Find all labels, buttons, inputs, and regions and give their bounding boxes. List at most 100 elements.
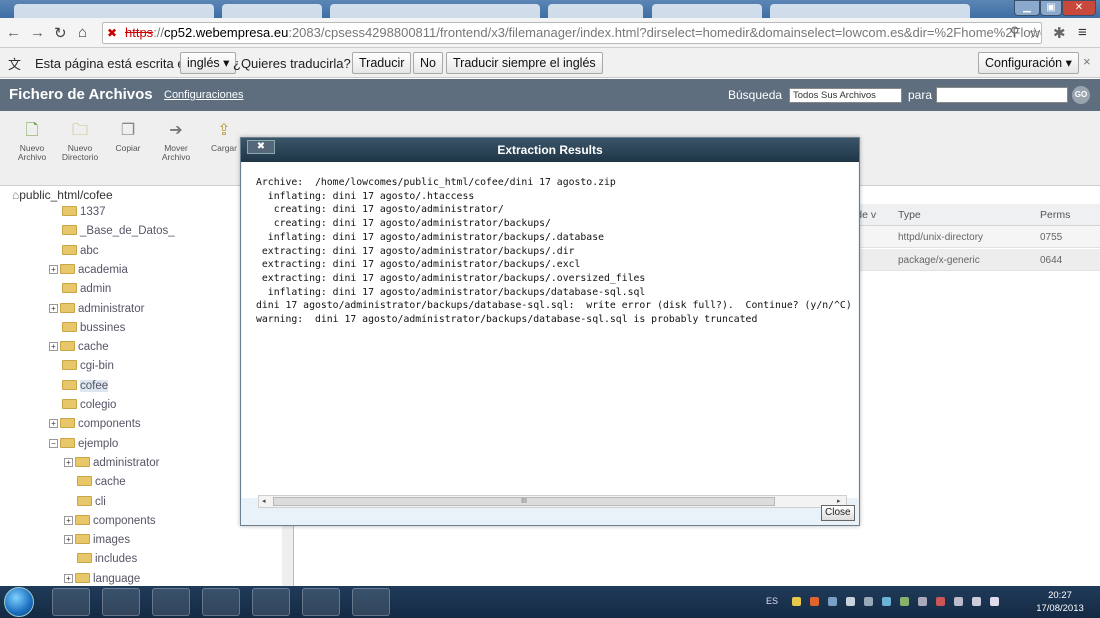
chrome-icon[interactable] [202, 588, 240, 616]
move-button[interactable]: ➔ Mover Archivo [154, 121, 198, 162]
window-close-icon[interactable]: ✕ [1062, 0, 1096, 16]
tray-icon[interactable] [810, 597, 819, 606]
tree-item[interactable]: cache [64, 473, 126, 491]
start-button[interactable] [4, 587, 34, 617]
tray-language[interactable]: ES [766, 596, 778, 606]
browser-tab[interactable] [548, 4, 643, 18]
close-button[interactable]: Close [821, 505, 855, 521]
expand-icon[interactable]: + [64, 457, 73, 467]
column-header-perms[interactable]: Perms [1040, 209, 1070, 221]
tree-item[interactable]: + administrator [49, 300, 144, 318]
browser-tab[interactable] [222, 4, 322, 18]
tree-item[interactable]: cli [64, 493, 106, 511]
tray-icon[interactable] [900, 597, 909, 606]
home-icon[interactable]: ⌂ [78, 24, 87, 41]
tray-icon[interactable] [882, 597, 891, 606]
scroll-thumb[interactable]: III [273, 497, 775, 506]
tree-item[interactable]: + cache [49, 338, 109, 356]
tree-item[interactable]: _Base_de_Datos_ [49, 222, 175, 240]
expand-icon[interactable]: + [49, 264, 58, 274]
media-player-icon[interactable] [152, 588, 190, 616]
new-file-icon: 🗋 [25, 122, 39, 139]
expand-icon[interactable]: + [49, 342, 58, 352]
tray-icon[interactable] [936, 597, 945, 606]
tree-item[interactable]: + components [49, 415, 141, 433]
tree-root-path[interactable]: ⌂public_html/cofee [12, 188, 113, 202]
internet-explorer-icon[interactable] [52, 588, 90, 616]
language-select[interactable]: inglés ▾ [180, 52, 237, 74]
tree-item[interactable]: 1337 [49, 203, 106, 221]
tree-item-label: ejemplo [78, 437, 119, 450]
back-icon[interactable]: ← [6, 24, 21, 41]
expand-icon[interactable]: + [64, 515, 73, 525]
menu-icon[interactable]: ≡ [1078, 24, 1087, 41]
signal-icon[interactable] [972, 597, 981, 606]
clock-date[interactable]: 17/08/2013 [1030, 603, 1090, 614]
tree-item[interactable]: colegio [49, 396, 116, 414]
tree-item[interactable]: + administrator [64, 454, 159, 472]
word-icon[interactable] [302, 588, 340, 616]
tree-item[interactable]: admin [49, 280, 111, 298]
column-header-type[interactable]: Type [898, 209, 921, 221]
translate-settings-button[interactable]: Configuración ▾ [978, 52, 1079, 74]
tray-icon[interactable] [918, 597, 927, 606]
copy-button[interactable]: ❐ Copiar [106, 121, 150, 153]
folder-icon [77, 476, 92, 487]
always-translate-button[interactable]: Traducir siempre el inglés [446, 52, 603, 74]
browser-tab[interactable] [652, 4, 762, 18]
collapse-icon[interactable]: − [49, 438, 58, 448]
tree-item[interactable]: − ejemplo [49, 435, 118, 453]
reload-icon[interactable]: ↻ [54, 24, 67, 42]
translate-close-icon[interactable]: × [1083, 54, 1091, 69]
search-scope-select[interactable]: Todos Sus Archivos [789, 88, 902, 103]
expand-icon[interactable]: + [49, 303, 58, 313]
folder-icon [60, 341, 75, 352]
horizontal-scrollbar[interactable]: ◂ III ▸ [258, 495, 847, 508]
clock-time[interactable]: 20:27 [1030, 590, 1090, 601]
zoom-icon[interactable]: ⚲ [1010, 24, 1020, 40]
settings-link[interactable]: Configuraciones [164, 89, 244, 101]
tree-item[interactable]: + academia [49, 261, 128, 279]
tray-icon[interactable] [828, 597, 837, 606]
url-input[interactable]: ✖ https://cp52.webempresa.eu:2083/cpsess… [102, 22, 1042, 44]
tree-item[interactable]: cgi-bin [49, 357, 114, 375]
tree-item[interactable]: cofee [49, 377, 109, 395]
no-translate-button[interactable]: No [413, 52, 443, 74]
tree-item[interactable]: + components [64, 512, 156, 530]
tree-item[interactable]: + language [64, 570, 140, 588]
new-folder-button[interactable]: 🗀 Nuevo Directorio [58, 121, 102, 162]
browser-tab[interactable] [14, 4, 214, 18]
scroll-left-icon[interactable]: ◂ [262, 496, 266, 507]
maximize-icon[interactable]: ▣ [1040, 0, 1062, 16]
forward-icon[interactable]: → [30, 24, 45, 41]
volume-icon[interactable] [990, 597, 999, 606]
browser-tab[interactable] [770, 4, 970, 18]
browser-tab[interactable] [330, 4, 540, 18]
search-input[interactable] [936, 87, 1068, 103]
folder-icon [60, 418, 75, 429]
expand-icon[interactable]: + [64, 535, 73, 545]
browser-tab-strip: ▁ ▣ ✕ [0, 0, 1100, 18]
new-file-button[interactable]: 🗋 Nuevo Archivo [10, 121, 54, 162]
file-explorer-icon[interactable] [102, 588, 140, 616]
extension-icon[interactable]: ✱ [1053, 24, 1066, 42]
bookmark-star-icon[interactable]: ☆ [1028, 24, 1041, 42]
expand-icon[interactable]: + [49, 419, 58, 429]
minimize-icon[interactable]: ▁ [1014, 0, 1040, 16]
battery-icon[interactable] [954, 597, 963, 606]
filezilla-icon[interactable] [352, 588, 390, 616]
tree-item[interactable]: includes [64, 550, 137, 568]
tree-item[interactable]: abc [49, 242, 99, 260]
translate-button[interactable]: Traducir [352, 52, 412, 74]
tray-icon[interactable] [846, 597, 855, 606]
tray-icon[interactable] [792, 597, 801, 606]
tray-icon[interactable] [864, 597, 873, 606]
tree-item[interactable]: bussines [49, 319, 125, 337]
file-type: httpd/unix-directory [898, 232, 984, 243]
network-icon[interactable] [252, 588, 290, 616]
insecure-lock-icon[interactable]: ✖ [107, 23, 117, 43]
tree-item[interactable]: + images [64, 531, 130, 549]
go-button[interactable]: GO [1072, 86, 1090, 104]
tree-item-label: 1337 [80, 206, 106, 218]
expand-icon[interactable]: + [64, 573, 73, 583]
